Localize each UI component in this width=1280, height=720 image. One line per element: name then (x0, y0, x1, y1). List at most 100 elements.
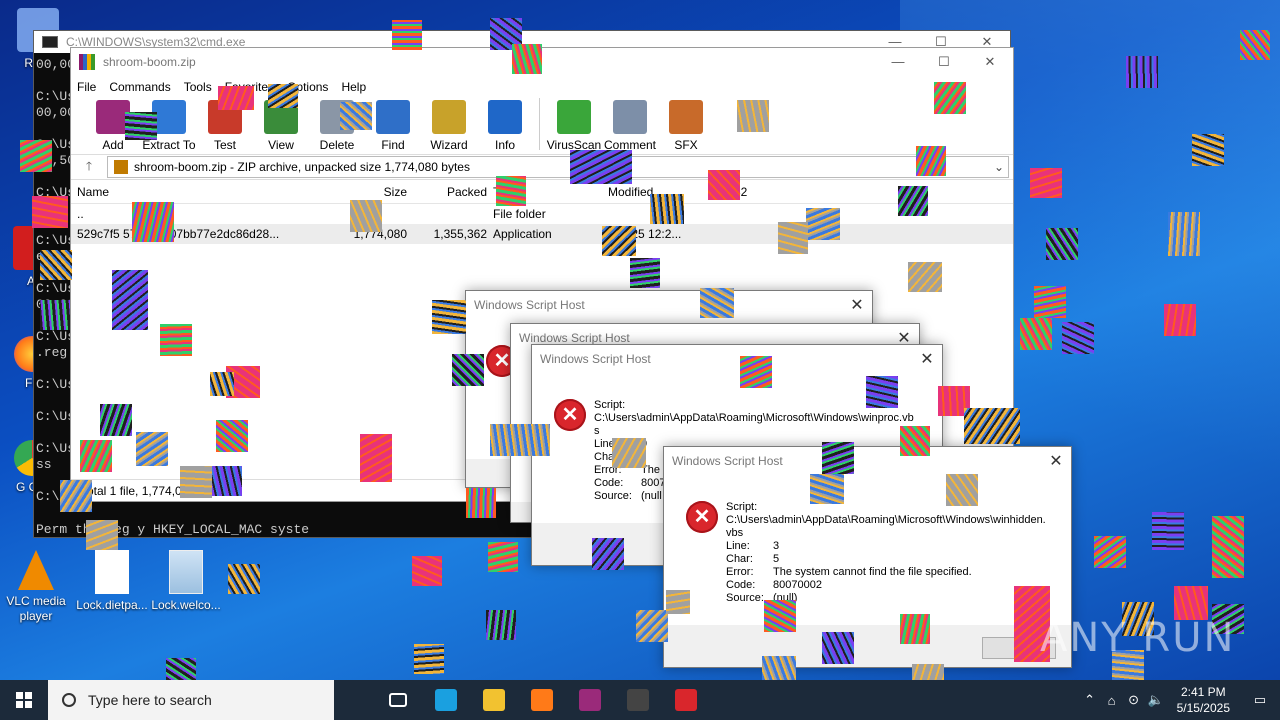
glitch-tile (1046, 228, 1078, 260)
dialog-titlebar[interactable]: Windows Script Host ✕ (532, 345, 942, 373)
up-arrow-icon[interactable]: 🡑 (71, 157, 107, 178)
close-button[interactable]: ✕ (1041, 451, 1071, 471)
clock[interactable]: 2:41 PM 5/15/2025 (1177, 684, 1230, 716)
dialog-title: Windows Script Host (474, 298, 585, 312)
find-button[interactable]: Find (365, 98, 421, 152)
chevron-down-icon[interactable]: ⌄ (990, 160, 1008, 174)
chevron-up-icon[interactable]: ⌃ (1079, 692, 1101, 708)
start-button[interactable] (0, 680, 48, 720)
glitch-tile (1164, 304, 1196, 336)
glitch-tile (778, 222, 808, 254)
notifications-icon[interactable]: ▭ (1240, 692, 1280, 708)
glitch-tile (414, 644, 444, 674)
search-box[interactable]: Type here to search (48, 680, 334, 720)
dialog-titlebar[interactable]: Windows Script Host ✕ (664, 447, 1071, 475)
code-label: Code: (594, 477, 624, 489)
cell-name: .. (77, 207, 84, 221)
column-size[interactable]: Size (327, 185, 407, 199)
glitch-tile (866, 376, 898, 408)
glitch-tile (900, 614, 930, 644)
glitch-tile (340, 102, 372, 130)
wizard-icon (432, 100, 466, 134)
taskbar-edge[interactable] (422, 680, 470, 720)
close-button[interactable]: ✕ (912, 349, 942, 369)
sfx-button[interactable]: SFX (658, 98, 714, 152)
toolbar-label: Delete (319, 138, 355, 152)
volume-icon[interactable]: 🔈 (1145, 692, 1167, 708)
toolbar-label: Test (213, 138, 236, 152)
taskbar-task-view[interactable] (374, 680, 422, 720)
glitch-tile (132, 202, 174, 242)
taskbar-winrar[interactable] (566, 680, 614, 720)
glitch-tile (1212, 516, 1244, 578)
close-button[interactable]: ✕ (842, 295, 872, 315)
glitch-tile (908, 262, 942, 292)
taskbar-firefox[interactable] (518, 680, 566, 720)
desktop-icon-lock-welco[interactable]: Lock.welco... (148, 550, 224, 613)
glitch-tile (100, 404, 132, 436)
toolbar-label: Add (102, 138, 124, 152)
toolbar: Add Extract To Test View Delete Find Wizard Inf… (71, 98, 1013, 154)
menu-item-tools[interactable]: Tools (184, 80, 212, 94)
error-label: Error: (726, 566, 754, 578)
glitch-tile (490, 424, 550, 456)
address-field[interactable]: shroom-boom.zip - ZIP archive, unpacked … (107, 156, 1009, 178)
glitch-tile (636, 610, 668, 642)
file-explorer-icon (483, 689, 505, 711)
glitch-tile (496, 176, 526, 206)
winrar-titlebar[interactable]: shroom-boom.zip — ☐ ✕ (71, 48, 1013, 76)
taskbar-file-explorer[interactable] (470, 680, 518, 720)
glitch-tile (630, 258, 660, 288)
maximize-button[interactable]: ☐ (921, 54, 967, 70)
virusscan-button[interactable]: VirusScan (546, 98, 602, 152)
column-packed[interactable]: Packed (407, 185, 487, 199)
toolbar-label: Wizard (430, 138, 468, 152)
close-button[interactable]: ✕ (967, 54, 1013, 70)
taskbar-cmd[interactable] (614, 680, 662, 720)
glitch-tile (125, 112, 157, 140)
glitch-tile (1062, 322, 1094, 354)
file-row[interactable]: .. File folder (71, 204, 1013, 224)
menu-item-file[interactable]: File (77, 80, 96, 94)
glitch-tile (762, 656, 796, 680)
desktop-icon-vlc[interactable]: VLC media player (0, 550, 74, 624)
dialog-titlebar[interactable]: Windows Script Host ✕ (466, 291, 872, 319)
wizard-button[interactable]: Wizard (421, 98, 477, 152)
column-name[interactable]: Name (71, 185, 327, 199)
network-icon[interactable]: ⌂ (1101, 693, 1123, 708)
code-value: 8007 (641, 477, 666, 489)
minimize-button[interactable]: — (875, 54, 921, 70)
glitch-tile (486, 610, 516, 640)
glitch-tile (934, 82, 966, 114)
info-icon (488, 100, 522, 134)
file-list: .. File folder 529c7f5 57227b307bb77e2dc86… (71, 204, 1013, 244)
glitch-tile (1094, 536, 1126, 568)
vlc-icon (18, 550, 54, 590)
toolbar-label: Extract To (142, 138, 196, 152)
code-value: 80070002 (773, 579, 822, 591)
error-value: The system cannot find the file specifie… (773, 566, 972, 578)
comment-button[interactable]: Comment (602, 98, 658, 152)
menu-item-help[interactable]: Help (341, 80, 366, 94)
glitch-tile (452, 354, 484, 386)
glitch-tile (488, 542, 518, 572)
desktop-icon-label: VLC media player (6, 594, 66, 623)
wsh-dialog-4[interactable]: Windows Script Host ✕ ✕ Script: C:\Users… (663, 446, 1072, 668)
menu-item-commands[interactable]: Commands (109, 80, 170, 94)
line-value: 3 (773, 540, 780, 552)
wifi-icon[interactable]: ⊙ (1123, 692, 1145, 708)
dialog-message: Script: C:\Users\admin\AppData\Roaming\M… (726, 501, 1046, 605)
toolbar-label: Find (381, 138, 405, 152)
cell-type: Application (493, 227, 552, 241)
glitch-tile (40, 300, 70, 330)
glitch-tile (60, 480, 92, 512)
info-button[interactable]: Info (477, 98, 533, 152)
glitch-tile (764, 600, 796, 632)
glitch-tile (20, 140, 52, 172)
file-row[interactable]: 529c7f5 57227b307bb77e2dc86d28... 1,774,0… (71, 224, 1013, 244)
winrar-title: shroom-boom.zip (103, 55, 196, 69)
taskbar-wscript[interactable] (662, 680, 710, 720)
find-icon (376, 100, 410, 134)
desktop-icon-lock-dietpa[interactable]: Lock.dietpa... (74, 550, 150, 613)
windows-logo-icon (16, 692, 32, 708)
